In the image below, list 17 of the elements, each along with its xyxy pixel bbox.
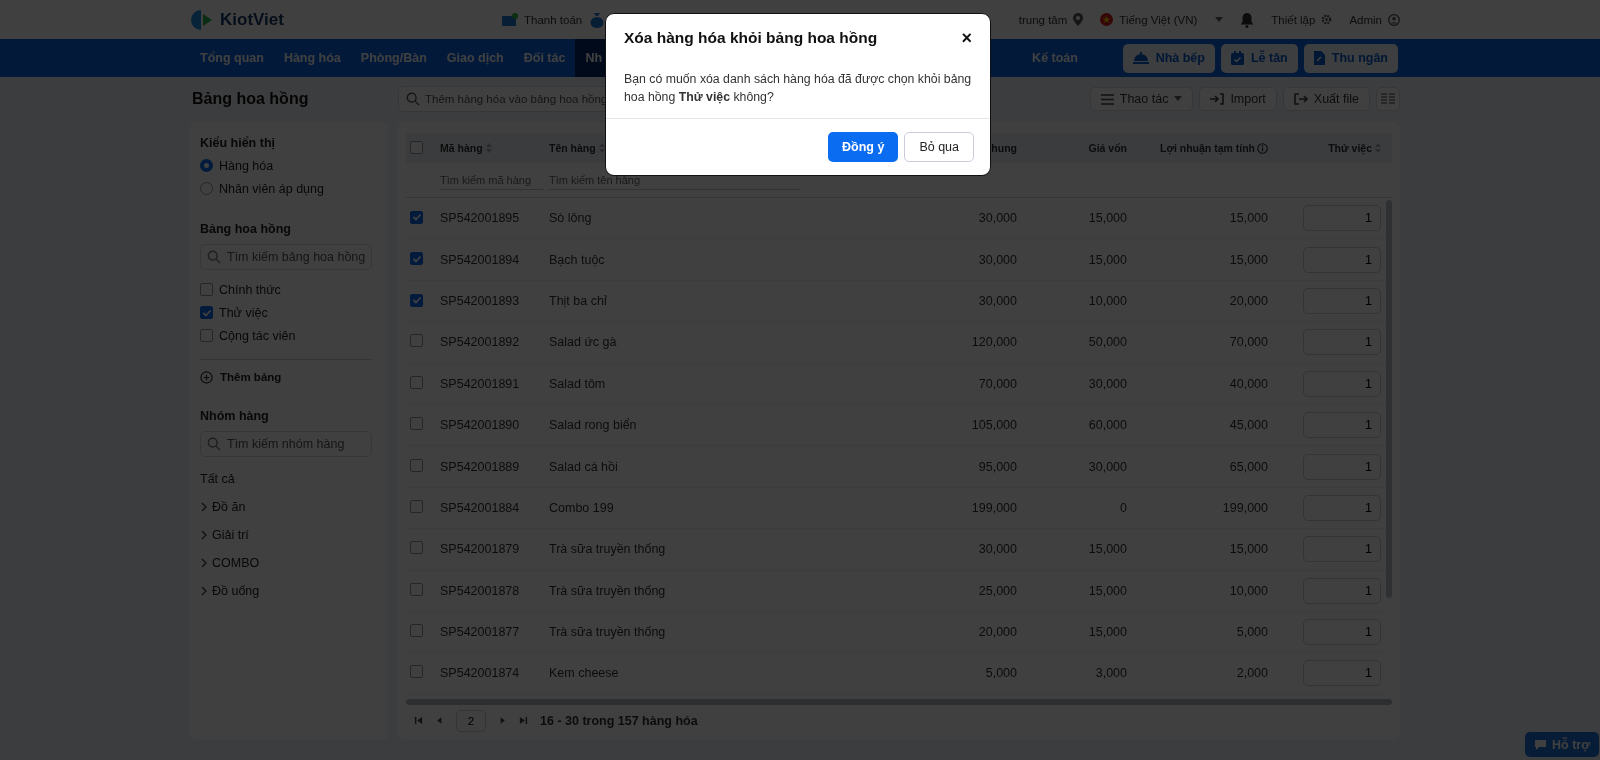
- close-button[interactable]: ×: [959, 27, 974, 49]
- option-label: Nhân viên áp dụng: [219, 181, 324, 196]
- logo-text: KiotViet: [220, 9, 284, 30]
- section-heading: Nhóm hàng: [200, 408, 270, 425]
- group-label: Đồ ăn: [212, 500, 246, 514]
- option-label: Hàng hóa: [219, 158, 274, 173]
- option-label: Chính thức: [219, 282, 281, 297]
- option-label: Cộng tác viên: [219, 328, 296, 343]
- option-label: Thử việc: [219, 305, 268, 320]
- section-heading: Bảng hoa hồng: [200, 221, 292, 238]
- page-title: Bảng hoa hồng: [191, 89, 310, 109]
- confirm-button[interactable]: Đồng ý: [828, 132, 899, 162]
- dialog-message: Bạn có muốn xóa danh sách hàng hóa đã được chọn khỏi bảng hoa hồng Thử việc không?: [606, 62, 990, 119]
- group-label: COMBO: [212, 556, 260, 570]
- dialog-title: Xóa hàng hóa khỏi bảng hoa hồng: [624, 29, 878, 47]
- cancel-button[interactable]: Bỏ qua: [904, 132, 974, 162]
- section-heading: Kiểu hiển thị: [200, 135, 276, 152]
